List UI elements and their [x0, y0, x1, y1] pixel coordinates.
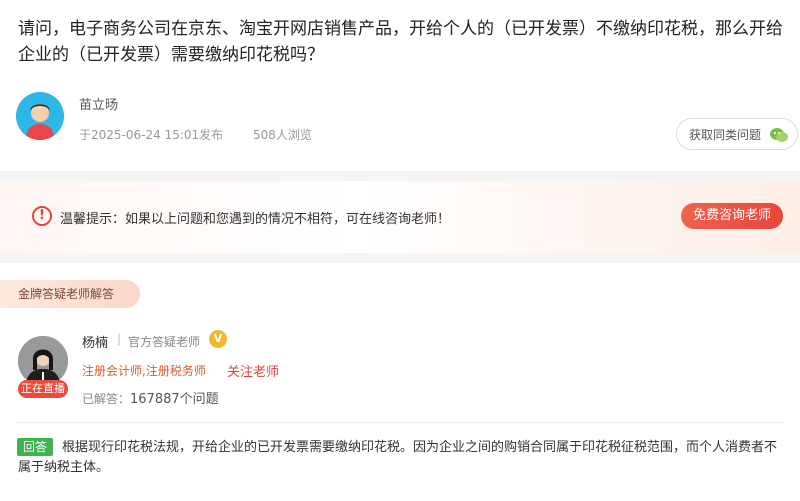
- teacher-certification: 注册会计师,注册税务师: [82, 364, 206, 378]
- post-time: 于2025-06-24 15:01发布: [79, 128, 224, 142]
- answer-section-title: 金牌答疑老师解答: [0, 280, 140, 308]
- similar-button-label: 获取同类问题: [689, 127, 762, 142]
- follow-teacher-button[interactable]: 关注老师: [227, 361, 279, 380]
- wechat-icon: [770, 128, 788, 142]
- asker-info: 苗立旸 于2025-06-24 15:01发布 508人浏览 获取同类问题: [16, 90, 800, 150]
- verified-v-icon: V: [209, 330, 227, 348]
- warning-circle-icon: !: [32, 206, 52, 226]
- section-divider: [0, 253, 800, 263]
- teacher-role: 官方答疑老师: [128, 335, 201, 349]
- answered-label: 已解答：: [82, 392, 131, 406]
- user-avatar-icon: [16, 92, 64, 140]
- section-divider: [0, 171, 800, 181]
- answered-number: 167887个问题: [130, 392, 219, 407]
- view-count: 508人浏览: [253, 128, 312, 142]
- answered-count: 已解答：167887个问题: [82, 388, 219, 407]
- teacher-name[interactable]: 杨楠: [82, 332, 108, 351]
- question-title: 请问，电子商务公司在京东、淘宝开网店销售产品，开给个人的（已开发票）不缴纳印花税…: [18, 19, 783, 65]
- name-separator: |: [117, 332, 122, 346]
- live-badge[interactable]: 正在直播: [18, 380, 68, 398]
- tip-banner: ! 温馨提示：如果以上问题和您遇到的情况不相符，可在线咨询老师！ 免费咨询老师: [0, 181, 800, 253]
- answer-divider: [16, 422, 786, 423]
- answer-text: 根据现行印花税法规，开给企业的已开发票需要缴纳印花税。因为企业之间的购销合同属于…: [18, 440, 778, 475]
- get-similar-questions-button[interactable]: 获取同类问题: [676, 118, 798, 150]
- asker-avatar[interactable]: [16, 92, 64, 140]
- teacher-card: 正在直播 杨楠 | 官方答疑老师 V 注册会计师,注册税务师 关注老师 已解答：…: [16, 330, 800, 410]
- asker-name[interactable]: 苗立旸: [79, 94, 118, 113]
- teacher-avatar[interactable]: [18, 336, 68, 386]
- free-consult-button[interactable]: 免费咨询老师: [681, 203, 783, 229]
- answer-tag: 回答: [17, 438, 53, 456]
- tip-text: 温馨提示：如果以上问题和您遇到的情况不相符，可在线咨询老师！: [60, 212, 451, 227]
- teacher-photo-icon: [18, 336, 68, 386]
